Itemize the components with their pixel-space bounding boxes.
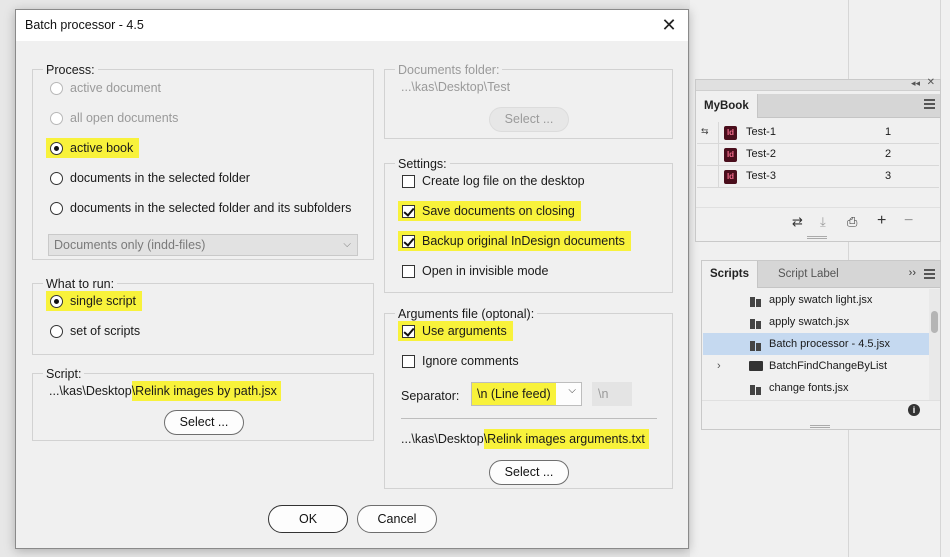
mybook-panel: ◂◂ ✕ MyBook ⇆ Id Test-1 1 Id Test-2 2 Id… bbox=[695, 77, 941, 242]
separator-dropdown[interactable]: \n (Line feed) ⌵ bbox=[471, 382, 582, 406]
radio-icon bbox=[50, 141, 63, 155]
print-book-icon[interactable]: ⎙ bbox=[847, 214, 857, 230]
checkbox-icon bbox=[402, 234, 415, 248]
indesign-doc-icon: Id bbox=[724, 170, 737, 184]
script-path: ...\kas\Desktop\Relink images by path.js… bbox=[49, 380, 281, 402]
script-group: Script: ...\kas\Desktop\Relink images by… bbox=[32, 367, 374, 441]
radio-documents-in-subfolders[interactable]: documents in the selected folder and its… bbox=[50, 197, 351, 219]
add-document-icon[interactable]: + bbox=[877, 212, 886, 230]
scripts-panel: Scripts Script Label ›› apply swatch lig… bbox=[701, 260, 941, 430]
settings-label: Settings: bbox=[395, 157, 450, 171]
radio-all-open-documents[interactable]: all open documents bbox=[50, 107, 178, 129]
what-to-run-label: What to run: bbox=[43, 277, 118, 291]
script-item[interactable]: apply swatch light.jsx bbox=[703, 289, 935, 311]
settings-group: Settings: Create log file on the desktop… bbox=[384, 157, 673, 293]
checkbox-use-arguments[interactable]: Use arguments bbox=[398, 320, 513, 342]
radio-documents-in-folder[interactable]: documents in the selected folder bbox=[50, 167, 250, 189]
tab-scripts[interactable]: Scripts bbox=[702, 261, 758, 288]
panel-menu-icon[interactable] bbox=[924, 269, 935, 279]
arguments-label: Arguments file (optonal): bbox=[395, 307, 538, 321]
folder-icon bbox=[749, 361, 763, 371]
collapse-icon[interactable]: ◂◂ bbox=[911, 78, 920, 89]
script-item[interactable]: change fonts.jsx bbox=[703, 377, 935, 399]
separator-label: Separator: bbox=[401, 389, 460, 403]
arguments-select-button[interactable]: Select ... bbox=[489, 460, 569, 485]
process-group: Process: active document all open docume… bbox=[32, 63, 374, 260]
chevron-down-icon: ⌵ bbox=[568, 385, 576, 396]
script-item-selected[interactable]: Batch processor - 4.5.jsx bbox=[703, 333, 935, 355]
script-file-icon bbox=[749, 316, 762, 329]
book-row-test-3[interactable]: Id Test-3 3 bbox=[697, 166, 939, 188]
checkbox-create-log[interactable]: Create log file on the desktop bbox=[402, 170, 585, 192]
checkbox-icon bbox=[402, 264, 415, 278]
indesign-doc-icon: Id bbox=[724, 148, 737, 162]
scrollbar[interactable] bbox=[929, 289, 940, 400]
checkbox-icon bbox=[402, 324, 415, 338]
documents-folder-path: ...\kas\Desktop\Test bbox=[401, 80, 511, 94]
checkbox-invisible-mode[interactable]: Open in invisible mode bbox=[402, 260, 548, 282]
arguments-group: Arguments file (optonal): Use arguments … bbox=[384, 307, 673, 489]
separator-preview: \n bbox=[592, 382, 632, 406]
chevron-down-icon: ⌵ bbox=[343, 239, 351, 250]
script-select-button[interactable]: Select ... bbox=[164, 410, 244, 435]
tab-script-label[interactable]: Script Label bbox=[770, 261, 847, 288]
sync-source-icon: ⇆ bbox=[701, 126, 709, 136]
checkbox-icon bbox=[402, 204, 415, 218]
radio-icon bbox=[50, 171, 63, 185]
info-icon[interactable]: i bbox=[908, 404, 920, 416]
process-label: Process: bbox=[43, 63, 98, 77]
file-filter-dropdown[interactable]: Documents only (indd-files) ⌵ bbox=[48, 234, 358, 256]
remove-document-icon[interactable]: − bbox=[904, 212, 913, 230]
panel-menu-icon[interactable] bbox=[924, 99, 935, 109]
documents-folder-select-button[interactable]: Select ... bbox=[489, 107, 569, 132]
radio-set-of-scripts[interactable]: set of scripts bbox=[50, 320, 140, 342]
checkbox-backup-originals[interactable]: Backup original InDesign documents bbox=[398, 230, 631, 252]
documents-folder-group: Documents folder: ...\kas\Desktop\Test S… bbox=[384, 63, 673, 139]
overflow-icon[interactable]: ›› bbox=[909, 267, 916, 279]
what-to-run-group: What to run: single script set of script… bbox=[32, 277, 374, 355]
batch-processor-dialog: Batch processor - 4.5 ✕ Process: active … bbox=[15, 9, 689, 549]
documents-folder-label: Documents folder: bbox=[395, 63, 503, 77]
checkbox-save-documents[interactable]: Save documents on closing bbox=[398, 200, 581, 222]
radio-active-book[interactable]: active book bbox=[46, 137, 140, 159]
book-row-test-2[interactable]: Id Test-2 2 bbox=[697, 144, 939, 166]
divider bbox=[401, 418, 657, 419]
panel-header-strip: ◂◂ ✕ bbox=[696, 77, 940, 91]
scripts-tabbar: Scripts Script Label ›› bbox=[702, 261, 940, 288]
radio-active-document[interactable]: active document bbox=[50, 77, 161, 99]
dialog-titlebar: Batch processor - 4.5 ✕ bbox=[16, 10, 688, 41]
script-file-icon bbox=[749, 382, 762, 395]
mybook-tabbar: MyBook bbox=[696, 94, 940, 118]
checkbox-icon bbox=[402, 174, 415, 188]
script-label: Script: bbox=[43, 367, 85, 381]
script-file-icon bbox=[749, 294, 762, 307]
folder-item[interactable]: › BatchFindChangeByList bbox=[703, 355, 935, 377]
radio-icon bbox=[50, 81, 63, 95]
script-item[interactable]: apply swatch.jsx bbox=[703, 311, 935, 333]
cancel-button[interactable]: Cancel bbox=[357, 505, 437, 533]
synchronize-icon[interactable]: ⇄ bbox=[792, 214, 803, 230]
dialog-title: Batch processor - 4.5 bbox=[25, 18, 144, 32]
ok-button[interactable]: OK bbox=[268, 505, 348, 533]
chevron-right-icon[interactable]: › bbox=[717, 355, 721, 377]
scrollbar-thumb[interactable] bbox=[931, 311, 938, 333]
radio-icon bbox=[50, 111, 63, 125]
radio-icon bbox=[50, 201, 63, 215]
radio-icon bbox=[50, 294, 63, 308]
resize-grip[interactable] bbox=[807, 236, 827, 239]
resize-grip[interactable] bbox=[810, 425, 830, 428]
save-book-icon[interactable]: ⤓ bbox=[820, 214, 826, 230]
radio-icon bbox=[50, 324, 63, 338]
arguments-file-path: ...\kas\Desktop\Relink images arguments.… bbox=[401, 428, 649, 450]
close-icon[interactable]: ✕ bbox=[927, 77, 935, 88]
radio-single-script[interactable]: single script bbox=[46, 290, 142, 312]
checkbox-ignore-comments[interactable]: Ignore comments bbox=[402, 350, 519, 372]
tab-mybook[interactable]: MyBook bbox=[696, 94, 758, 118]
checkbox-icon bbox=[402, 354, 415, 368]
script-file-icon bbox=[749, 338, 762, 351]
close-icon[interactable]: ✕ bbox=[658, 14, 680, 36]
book-row-test-1[interactable]: ⇆ Id Test-1 1 bbox=[697, 122, 939, 144]
indesign-doc-icon: Id bbox=[724, 126, 737, 140]
